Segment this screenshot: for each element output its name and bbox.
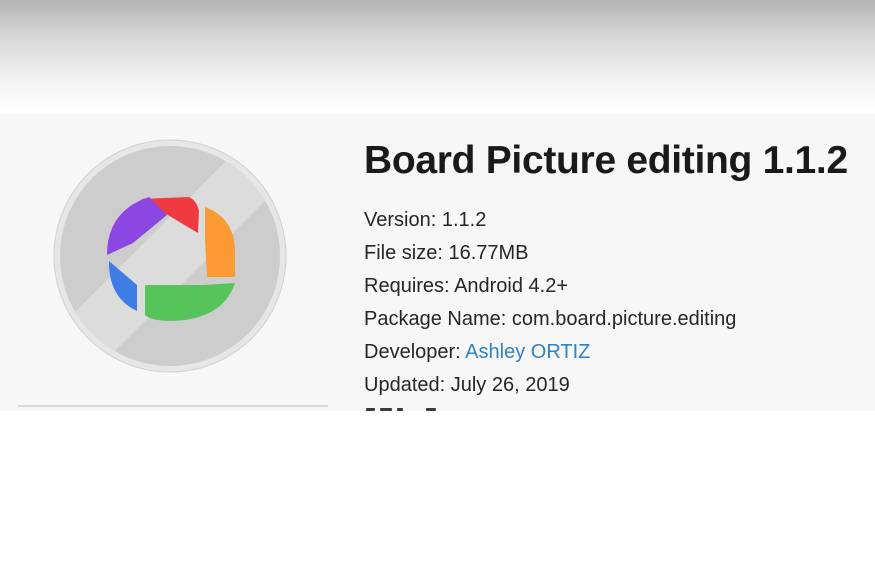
file-size-row: File size: 16.77MB — [364, 237, 869, 270]
file-size-label: File size: — [364, 242, 443, 264]
pinwheel-photo-icon — [53, 139, 287, 373]
requires-value: Android 4.2+ — [454, 275, 569, 297]
requires-row: Requires: Android 4.2+ — [364, 270, 869, 303]
package-name-label: Package Name: — [364, 308, 507, 330]
package-name-value: com.board.picture.editing — [511, 308, 737, 330]
top-gradient-band — [0, 0, 875, 112]
clipped-glyph — [426, 408, 436, 411]
version-label: Version: — [364, 209, 437, 231]
file-size-value: 16.77MB — [448, 242, 529, 264]
developer-label: Developer: — [364, 341, 461, 363]
developer-row: Developer: Ashley ORTIZ — [364, 336, 869, 369]
developer-link[interactable]: Ashley ORTIZ — [465, 341, 590, 363]
updated-value: July 26, 2019 — [450, 374, 570, 396]
clipped-next-row — [364, 402, 484, 411]
package-name-row: Package Name: com.board.picture.editing — [364, 303, 869, 336]
clipped-glyph — [366, 408, 375, 411]
requires-label: Requires: — [364, 275, 450, 297]
clipped-glyph — [380, 408, 392, 411]
clipped-glyph — [397, 408, 403, 411]
app-title: Board Picture editing 1.1.2 — [364, 139, 848, 182]
updated-row: Updated: July 26, 2019 — [364, 369, 869, 402]
icon-divider — [18, 405, 328, 407]
app-details: Board Picture editing 1.1.2 Version: 1.1… — [364, 137, 869, 402]
version-value: 1.1.2 — [441, 209, 487, 231]
detail-list: Version: 1.1.2 File size: 16.77MB Requir… — [364, 204, 869, 402]
updated-label: Updated: — [364, 374, 446, 396]
app-icon — [53, 139, 287, 373]
version-row: Version: 1.1.2 — [364, 204, 869, 237]
